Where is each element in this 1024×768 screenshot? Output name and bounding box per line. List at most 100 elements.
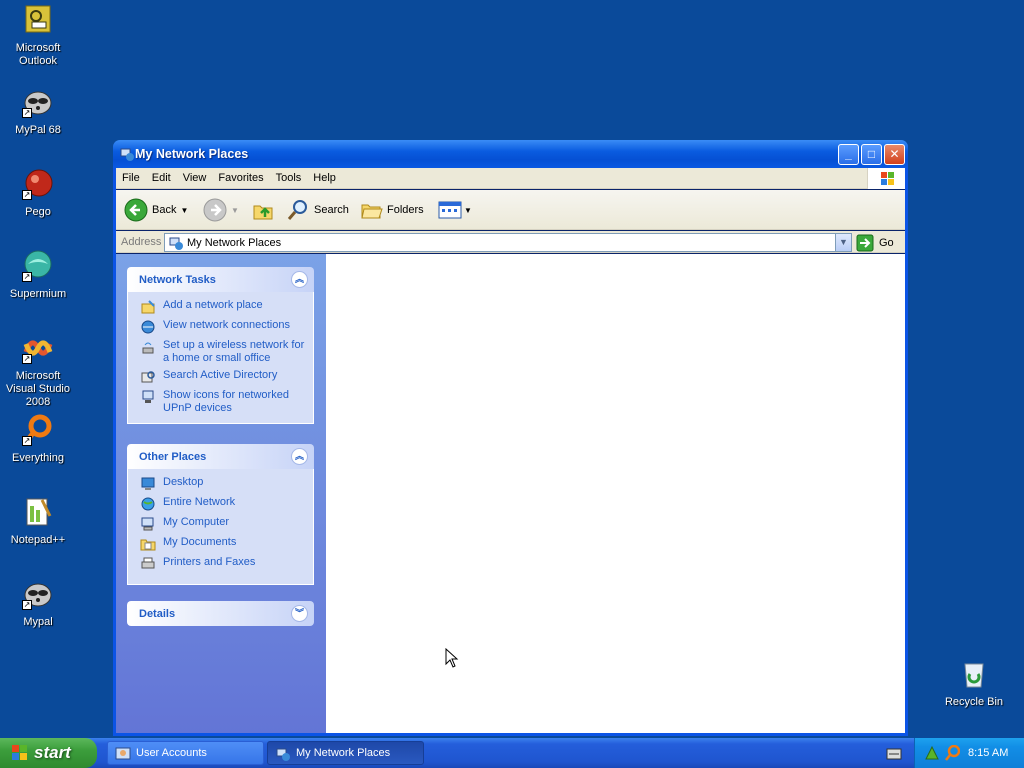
close-button[interactable]: ✕ (884, 144, 905, 165)
forward-button[interactable]: ▼ (203, 197, 239, 223)
network-tray-icon[interactable] (924, 745, 940, 761)
taskbar-user-accounts[interactable]: User Accounts (107, 741, 264, 765)
desktop-icon-label: MyPal 68 (15, 124, 61, 136)
task-show-upnp[interactable]: Show icons for networked UPnP devices (140, 389, 313, 415)
other-places-panel: Other Places ︽ Desktop Entire Network My… (127, 444, 314, 585)
title-bar[interactable]: My Network Places _ □ ✕ (113, 140, 908, 168)
system-tray: 8:15 AM (914, 738, 1024, 768)
recycle-bin-icon (958, 658, 990, 690)
menu-tools[interactable]: Tools (270, 168, 308, 184)
address-dropdown-icon[interactable]: ▼ (835, 234, 851, 251)
menu-file[interactable]: File (116, 168, 146, 184)
clock[interactable]: 8:15 AM (968, 747, 1008, 759)
collapse-chevron-icon[interactable]: ︽ (291, 271, 308, 288)
upnp-devices-icon (140, 389, 156, 405)
network-places-icon (169, 237, 183, 250)
desktop-icon-label: Pego (25, 206, 51, 218)
pego-icon: ↗ (22, 168, 54, 200)
raccoon-icon: ↗ (22, 578, 54, 610)
menu-favorites[interactable]: Favorites (212, 168, 269, 184)
network-tasks-panel: Network Tasks ︽ Add a network place View… (127, 267, 314, 424)
other-places-header[interactable]: Other Places ︽ (127, 444, 314, 469)
details-header[interactable]: Details ︾ (127, 601, 314, 626)
desktop-icon-label: Mypal (23, 616, 53, 628)
task-wireless-setup[interactable]: Set up a wireless network for a home or … (140, 339, 313, 369)
supermium-icon: ↗ (22, 250, 54, 282)
address-value: My Network Places (187, 237, 282, 249)
details-panel: Details ︾ (127, 601, 314, 626)
visual-studio-icon: ↗ (22, 332, 54, 364)
taskbar-my-network-places[interactable]: My Network Places (267, 741, 424, 765)
shortcut-arrow-icon: ↗ (22, 600, 32, 610)
task-view-connections[interactable]: View network connections (140, 319, 313, 339)
up-folder-button[interactable] (251, 197, 275, 223)
folders-icon (361, 204, 383, 219)
network-places-icon (119, 146, 135, 162)
desktop-icon-label: Everything (12, 452, 64, 464)
shortcut-arrow-icon: ↗ (22, 108, 32, 118)
desktop-icon (140, 476, 156, 492)
menu-help[interactable]: Help (307, 168, 342, 184)
address-bar: Address My Network Places ▼ Go (116, 231, 905, 253)
back-dropdown-icon[interactable]: ▼ (180, 206, 188, 215)
keyboard-icon[interactable] (886, 748, 902, 760)
documents-folder-icon (140, 536, 156, 552)
go-button[interactable]: Go (856, 233, 894, 252)
desktop-icon-supermium[interactable]: ↗ Supermium (0, 250, 76, 301)
shortcut-arrow-icon: ↗ (22, 436, 32, 446)
desktop-icon-notepadpp[interactable]: Notepad++ (0, 496, 76, 547)
everything-icon: ↗ (22, 414, 54, 446)
network-connections-icon (140, 319, 156, 335)
globe-icon (140, 496, 156, 512)
address-label: Address (121, 236, 162, 248)
desktop-icon-label: Notepad++ (10, 534, 66, 546)
views-button[interactable]: ▼ (438, 197, 472, 223)
printer-icon (140, 556, 156, 572)
menu-view[interactable]: View (177, 168, 213, 184)
desktop-icon-visual-studio[interactable]: ↗ Microsoft Visual Studio 2008 (0, 332, 76, 409)
raccoon-icon: ↗ (22, 86, 54, 118)
desktop-icon-outlook[interactable]: Microsoft Outlook (0, 4, 76, 68)
task-search-ad[interactable]: Search Active Directory (140, 369, 313, 389)
forward-dropdown-icon: ▼ (231, 205, 239, 215)
task-pane: Network Tasks ︽ Add a network place View… (116, 254, 326, 733)
file-view-area[interactable] (326, 254, 905, 733)
go-arrow-icon (856, 234, 874, 251)
task-add-network-place[interactable]: Add a network place (140, 299, 313, 319)
place-entire-network[interactable]: Entire Network (140, 496, 313, 516)
place-my-computer[interactable]: My Computer (140, 516, 313, 536)
expand-chevron-icon[interactable]: ︾ (291, 605, 308, 622)
windows-logo-icon (12, 745, 27, 760)
address-field[interactable]: My Network Places ▼ (164, 233, 852, 252)
search-tray-icon[interactable] (944, 745, 960, 761)
minimize-button[interactable]: _ (838, 144, 859, 165)
desktop-icon-label: Microsoft Visual Studio 2008 (5, 370, 70, 408)
place-my-documents[interactable]: My Documents (140, 536, 313, 556)
shortcut-arrow-icon: ↗ (22, 272, 32, 282)
menu-bar: File Edit View Favorites Tools Help (116, 168, 905, 189)
up-folder-icon (253, 205, 273, 220)
desktop-icon-everything[interactable]: ↗ Everything (0, 414, 76, 465)
back-button[interactable]: Back ▼ (124, 197, 188, 223)
collapse-chevron-icon[interactable]: ︽ (291, 448, 308, 465)
network-tasks-header[interactable]: Network Tasks ︽ (127, 267, 314, 292)
folders-button[interactable]: Folders (359, 197, 424, 223)
desktop-icon-pego[interactable]: ↗ Pego (0, 168, 76, 219)
start-button[interactable]: start (0, 738, 97, 768)
explorer-window: My Network Places _ □ ✕ File Edit View Favo… (113, 140, 908, 736)
desktop-icon-mypal68[interactable]: ↗ MyPal 68 (0, 86, 76, 137)
back-arrow-icon (124, 198, 148, 222)
mouse-cursor-icon (445, 648, 459, 668)
desktop-icon-mypal[interactable]: ↗ Mypal (0, 578, 76, 629)
desktop-icon-label: Supermium (9, 288, 67, 300)
place-printers-faxes[interactable]: Printers and Faxes (140, 556, 313, 576)
place-desktop[interactable]: Desktop (140, 476, 313, 496)
desktop-icon-recycle-bin[interactable]: Recycle Bin (936, 658, 1012, 709)
maximize-button[interactable]: □ (861, 144, 882, 165)
shortcut-arrow-icon: ↗ (22, 190, 32, 200)
shortcut-arrow-icon: ↗ (22, 354, 32, 364)
window-title: My Network Places (135, 147, 249, 161)
computer-icon (140, 516, 156, 532)
menu-edit[interactable]: Edit (146, 168, 177, 184)
search-button[interactable]: Search (286, 197, 349, 223)
